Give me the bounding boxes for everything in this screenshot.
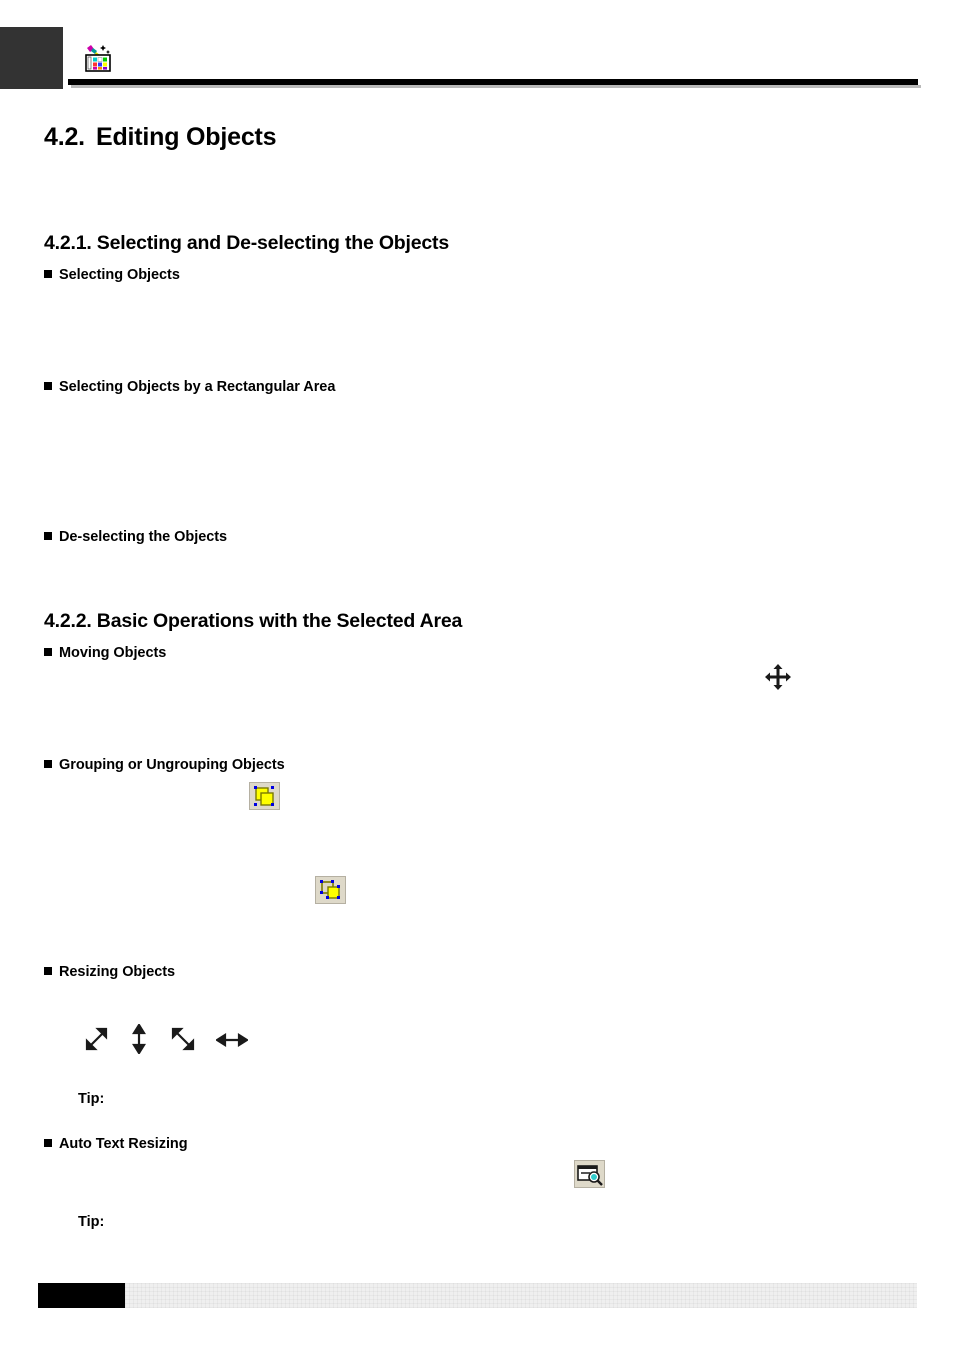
- subsection-heading-421: 4.2.1. Selecting and De-selecting the Ob…: [44, 232, 449, 254]
- subsection-heading-422: 4.2.2. Basic Operations with the Selecte…: [44, 610, 463, 632]
- bullet-square-icon: [44, 532, 52, 540]
- bullet-square-icon: [44, 760, 52, 768]
- tip-label-auto-text-resizing: Tip:: [78, 1214, 105, 1230]
- bullet-square-icon: [44, 382, 52, 390]
- bullet-selecting-objects: Selecting Objects: [44, 267, 180, 283]
- resize-horizontal-cursor-icon: [214, 1031, 250, 1054]
- bullet-square-icon: [44, 967, 52, 975]
- resize-diagonal-nw-se-cursor-icon: [170, 1026, 196, 1057]
- bullet-grouping-ungrouping-objects: Grouping or Ungrouping Objects: [44, 757, 285, 773]
- header-divider-rule: [68, 79, 921, 88]
- group-objects-button[interactable]: [249, 782, 280, 815]
- page-title: 4.2. Editing Objects: [44, 123, 277, 152]
- bullet-selecting-objects-rect-area: Selecting Objects by a Rectangular Area: [44, 379, 335, 395]
- footer-page-marker: [38, 1283, 125, 1308]
- bullet-de-selecting-objects: De-selecting the Objects: [44, 529, 227, 545]
- bullet-label: Selecting Objects: [59, 267, 180, 283]
- bullet-auto-text-resizing: Auto Text Resizing: [44, 1136, 188, 1152]
- footer-bar: [125, 1283, 917, 1308]
- bullet-label: Moving Objects: [59, 645, 167, 661]
- bullet-label: Grouping or Ungrouping Objects: [59, 757, 285, 773]
- resize-vertical-cursor-icon: [130, 1022, 148, 1059]
- auto-text-resize-button[interactable]: [574, 1160, 605, 1193]
- bullet-moving-objects: Moving Objects: [44, 645, 166, 661]
- bullet-label: Selecting Objects by a Rectangular Area: [59, 379, 336, 395]
- bullet-label: De-selecting the Objects: [59, 529, 228, 545]
- tip-label-resizing: Tip:: [78, 1091, 105, 1107]
- bullet-resizing-objects: Resizing Objects: [44, 964, 175, 980]
- bullet-square-icon: [44, 1139, 52, 1147]
- bullet-label: Resizing Objects: [59, 964, 176, 980]
- resize-diagonal-ne-sw-cursor-icon: [84, 1026, 110, 1057]
- bullet-square-icon: [44, 270, 52, 278]
- header-side-tab: [0, 27, 63, 89]
- bullet-label: Auto Text Resizing: [59, 1136, 188, 1152]
- document-page: 4.2. Editing Objects 4.2.1. Selecting and…: [0, 0, 954, 1350]
- paint-palette-icon: [82, 42, 114, 74]
- ungroup-objects-button[interactable]: [315, 876, 346, 909]
- move-four-way-arrow-cursor-icon: [765, 664, 791, 695]
- section-number: 4.2.: [44, 123, 85, 151]
- section-title: Editing Objects: [96, 123, 277, 151]
- bullet-square-icon: [44, 648, 52, 656]
